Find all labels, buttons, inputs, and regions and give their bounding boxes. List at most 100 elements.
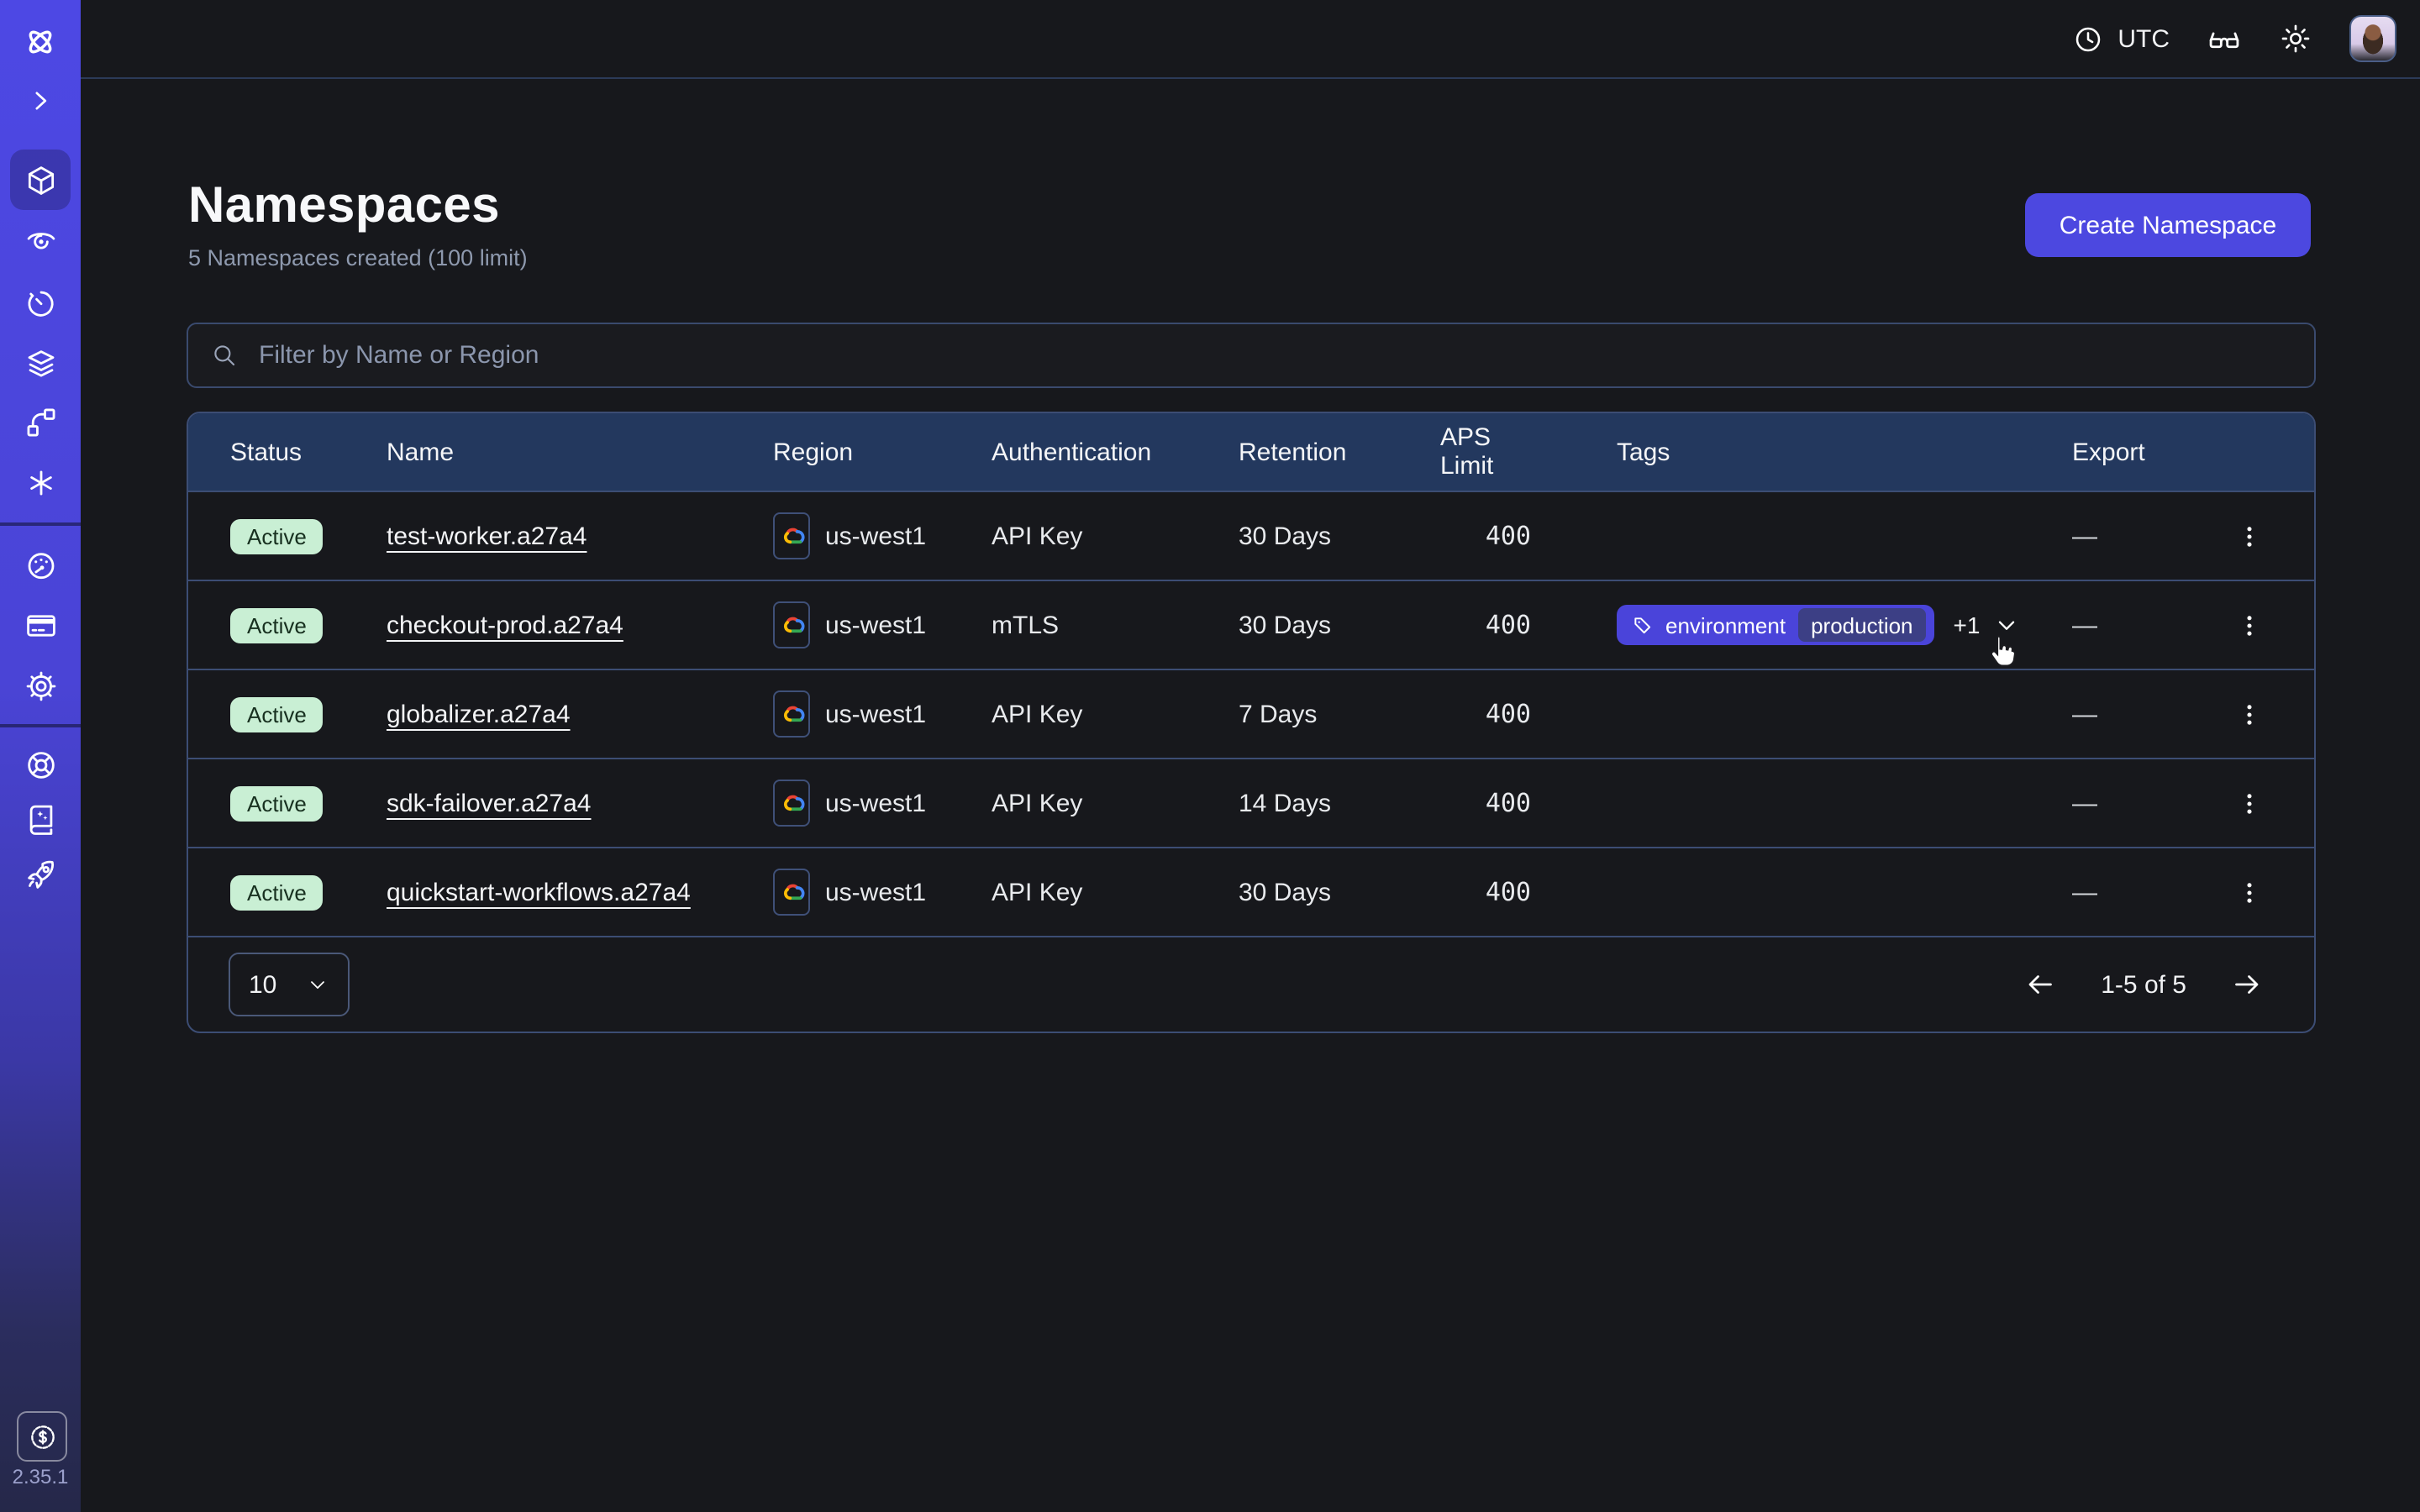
header-retention: Retention xyxy=(1239,438,1440,466)
table-row: Active sdk-failover.a27a4 us-west1 API Key1… xyxy=(188,758,2314,847)
arrow-left-icon xyxy=(2023,968,2057,1001)
deployments-layers-icon[interactable] xyxy=(0,346,81,381)
namespaces-table: Status Name Region Authentication Retent… xyxy=(187,412,2316,1033)
filter-input[interactable] xyxy=(255,339,2292,371)
row-menu-kebab-icon xyxy=(2235,700,2264,728)
create-namespace-button[interactable]: Create Namespace xyxy=(2025,193,2311,257)
tag-more-count: +1 xyxy=(1954,612,1981,638)
namespace-link[interactable]: test-worker.a27a4 xyxy=(387,522,587,550)
billing-card-icon[interactable] xyxy=(0,608,81,643)
page-subtitle: 5 Namespaces created (100 limit) xyxy=(188,245,528,270)
auth-cell: mTLS xyxy=(992,611,1239,639)
header-region: Region xyxy=(773,438,992,466)
docs-book-icon[interactable] xyxy=(0,801,81,837)
timezone-selector[interactable]: UTC xyxy=(2072,23,2170,55)
next-page-button[interactable] xyxy=(2230,968,2264,1001)
batch-asterisk-icon[interactable] xyxy=(0,465,81,501)
nexus-branch-icon[interactable] xyxy=(0,405,81,440)
getting-started-rocket-icon[interactable] xyxy=(0,857,81,892)
gcp-provider-box xyxy=(773,869,810,916)
reader-glasses-icon[interactable] xyxy=(2207,21,2242,56)
retention-cell: 30 Days xyxy=(1239,522,1440,550)
sidebar-divider xyxy=(0,522,81,526)
tag-chip[interactable]: environmentproduction xyxy=(1617,605,1935,645)
table-row: Activecheckout-prod.a27a4us-west1mTLS30 … xyxy=(188,580,2314,669)
gcp-region-icon xyxy=(779,882,804,902)
auth-cell: API Key xyxy=(992,878,1239,906)
tags-cell: environmentproduction +1 xyxy=(1531,605,2054,645)
aps-limit-cell: 400 xyxy=(1440,610,1531,640)
page-range-label: 1-5 of 5 xyxy=(2101,970,2186,999)
tags-expand-button[interactable] xyxy=(1993,612,2020,638)
table-header-row: Status Name Region Authentication Retent… xyxy=(188,413,2314,491)
row-menu-button[interactable] xyxy=(2232,607,2267,643)
auth-cell: API Key xyxy=(992,789,1239,817)
sidebar: 2.35.1 xyxy=(0,0,81,1512)
auth-cell: API Key xyxy=(992,700,1239,728)
replays-eye-icon[interactable] xyxy=(0,222,81,257)
export-empty-dash: — xyxy=(2072,700,2097,728)
namespace-link[interactable]: checkout-prod.a27a4 xyxy=(387,611,623,639)
namespace-link[interactable]: quickstart-workflows.a27a4 xyxy=(387,878,691,906)
clock-icon xyxy=(2072,23,2104,55)
usage-gauge-icon[interactable] xyxy=(0,548,81,583)
row-menu-button[interactable] xyxy=(2232,696,2267,732)
page-size-select[interactable]: 10 xyxy=(229,953,350,1016)
header-status: Status xyxy=(188,438,387,466)
tag-key: environment xyxy=(1665,612,1786,638)
aps-limit-cell: 400 xyxy=(1440,521,1531,551)
theme-sun-icon[interactable] xyxy=(2279,22,2312,55)
export-cell: — xyxy=(2054,874,2314,910)
header-name: Name xyxy=(387,438,773,466)
status-badge: Active xyxy=(230,607,324,643)
header-tags: Tags xyxy=(1531,438,2054,466)
schedules-timer-icon[interactable] xyxy=(0,286,81,321)
search-icon xyxy=(210,341,239,370)
sidebar-divider xyxy=(0,724,81,727)
filter-bar xyxy=(187,323,2316,388)
namespaces-cube-icon[interactable] xyxy=(0,163,81,198)
namespace-link[interactable]: sdk-failover.a27a4 xyxy=(387,789,592,817)
row-menu-kebab-icon xyxy=(2235,789,2264,817)
pricing-dollar-badge-icon[interactable] xyxy=(17,1411,67,1462)
arrow-right-icon xyxy=(2230,968,2264,1001)
table-row: Activetest-worker.a27a4us-west1API Key30… xyxy=(188,491,2314,580)
temporal-logo-icon xyxy=(0,24,81,60)
header-authentication: Authentication xyxy=(992,438,1239,466)
table-row: Activequickstart-workflows.a27a4us-west1… xyxy=(188,847,2314,936)
user-avatar[interactable] xyxy=(2349,15,2396,62)
table-body: Activetest-worker.a27a4us-west1API Key30… xyxy=(188,491,2314,936)
header-aps-limit: APS Limit xyxy=(1440,423,1531,480)
app-window: 2.35.1 UTC xyxy=(0,0,2420,1512)
gcp-region-icon xyxy=(779,526,804,546)
retention-cell: 7 Days xyxy=(1239,700,1440,728)
status-badge: Active xyxy=(230,874,324,910)
export-empty-dash: — xyxy=(2072,878,2097,906)
row-menu-button[interactable] xyxy=(2232,874,2267,910)
status-badge: Active xyxy=(230,785,324,821)
auth-cell: API Key xyxy=(992,522,1239,550)
region-label: us-west1 xyxy=(825,789,926,817)
gcp-provider-box xyxy=(773,690,810,738)
export-empty-dash: — xyxy=(2072,522,2097,550)
expand-sidebar-chevron-icon[interactable] xyxy=(0,84,81,118)
chevron-down-icon xyxy=(306,973,329,996)
aps-limit-cell: 400 xyxy=(1440,877,1531,907)
namespace-link[interactable]: globalizer.a27a4 xyxy=(387,700,571,728)
region-label: us-west1 xyxy=(825,611,926,639)
topbar: UTC xyxy=(81,0,2420,79)
gcp-region-icon xyxy=(779,793,804,813)
export-cell: — xyxy=(2054,785,2314,821)
gcp-provider-box xyxy=(773,601,810,648)
row-menu-kebab-icon xyxy=(2235,522,2264,550)
retention-cell: 14 Days xyxy=(1239,789,1440,817)
row-menu-button[interactable] xyxy=(2232,518,2267,554)
support-lifebuoy-icon[interactable] xyxy=(0,748,81,783)
prev-page-button[interactable] xyxy=(2023,968,2057,1001)
status-badge: Active xyxy=(230,696,324,732)
settings-gear-icon[interactable] xyxy=(0,669,81,704)
tags-expand-chevron-icon xyxy=(1993,612,2020,638)
row-menu-button[interactable] xyxy=(2232,785,2267,821)
aps-limit-cell: 400 xyxy=(1440,699,1531,729)
tag-icon xyxy=(1632,614,1654,636)
